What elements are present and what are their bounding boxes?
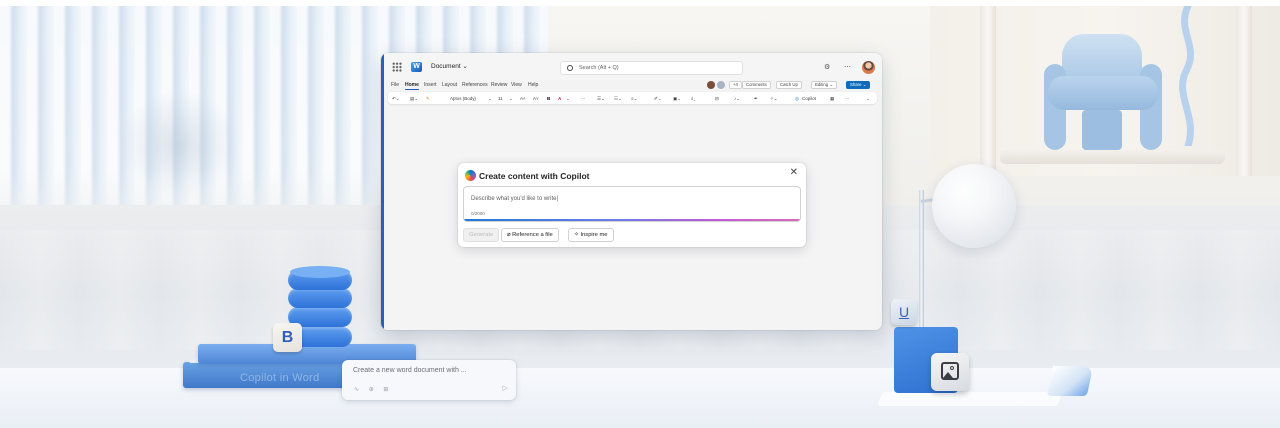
paper-sheet bbox=[877, 392, 1063, 406]
picture-icon[interactable]: ▣⌄ bbox=[673, 96, 681, 102]
editor-icon[interactable]: ✒ bbox=[754, 96, 758, 102]
bold-letter-cube: B bbox=[273, 323, 302, 352]
copilot-ribbon-button[interactable]: Copilot bbox=[802, 96, 816, 101]
tab-references[interactable]: References bbox=[462, 82, 488, 88]
chair-plinth bbox=[1000, 150, 1225, 164]
font-color-chevron-icon[interactable]: ⌄ bbox=[566, 96, 570, 102]
grow-font-icon[interactable]: A˄ bbox=[520, 96, 526, 101]
tab-home[interactable]: Home bbox=[405, 82, 419, 90]
stacked-ring-top bbox=[290, 266, 350, 278]
room-column bbox=[980, 6, 996, 176]
collaborator-avatar[interactable] bbox=[707, 81, 715, 89]
tab-insert[interactable]: Insert bbox=[424, 82, 437, 88]
align-icon[interactable]: ≡⌄ bbox=[631, 96, 637, 102]
bullets-icon[interactable]: ☰⌄ bbox=[597, 96, 605, 102]
close-icon[interactable]: ✕ bbox=[790, 168, 798, 178]
book-title: Copilot in Word bbox=[240, 372, 320, 384]
catch-up-button[interactable]: Catch Up bbox=[776, 81, 802, 89]
image-icon-cube bbox=[931, 353, 969, 391]
lamp-globe bbox=[932, 164, 1016, 248]
curled-paper bbox=[1046, 366, 1094, 396]
layout-options-icon[interactable]: ⊟ bbox=[715, 96, 719, 102]
ribbon-tabs: File Home Insert Layout References Revie… bbox=[384, 80, 882, 91]
shrink-font-icon[interactable]: A˅ bbox=[533, 96, 539, 101]
paste-icon[interactable]: ▤⌄ bbox=[410, 96, 418, 102]
send-icon: ▷ bbox=[502, 385, 508, 392]
copilot-dialog-title: Create content with Copilot bbox=[479, 171, 590, 181]
ribbon-more-icon[interactable]: ⋯ bbox=[845, 96, 850, 102]
stacked-ring bbox=[288, 288, 352, 308]
copilot-prompt-input[interactable]: Describe what you'd like to write| 0/200… bbox=[463, 186, 801, 222]
inspire-me-label: Inspire me bbox=[580, 232, 608, 238]
font-size-dropdown[interactable]: 11 bbox=[498, 96, 503, 101]
editing-mode-button[interactable]: Editing ⌄ bbox=[811, 81, 837, 89]
prompt-card-icons: ∿ ⊕ ⊞ bbox=[354, 387, 393, 393]
settings-icon[interactable]: ⚙ bbox=[824, 63, 830, 71]
numbering-icon[interactable]: ☷⌄ bbox=[614, 96, 622, 102]
undo-icon[interactable]: ↶⌄ bbox=[392, 96, 400, 102]
font-name-dropdown[interactable]: Aptos (Body) bbox=[450, 96, 476, 101]
document-title[interactable]: Document ⌄ bbox=[431, 62, 468, 70]
character-counter: 0/2000 bbox=[471, 211, 485, 216]
styles-icon[interactable]: ✐⌄ bbox=[654, 96, 662, 102]
designer-icon[interactable]: ✧⌄ bbox=[770, 96, 778, 102]
search-placeholder: Search (Alt + Q) bbox=[579, 65, 619, 71]
wave-sculpture bbox=[1179, 6, 1194, 146]
tab-file[interactable]: File bbox=[391, 82, 399, 88]
copilot-prompt-placeholder: Describe what you'd like to write| bbox=[471, 196, 559, 202]
prompt-card-text: Create a new word document with ... bbox=[353, 367, 467, 374]
generate-button[interactable]: Generate bbox=[463, 228, 500, 242]
share-button[interactable]: Share ⌄ bbox=[846, 81, 871, 89]
grid-icon[interactable]: ▦ bbox=[830, 96, 834, 102]
user-avatar[interactable] bbox=[862, 61, 875, 74]
more-font-options-icon[interactable]: ⋯ bbox=[581, 96, 586, 102]
font-name-chevron-icon[interactable]: ⌄ bbox=[488, 96, 492, 102]
collaborator-count[interactable]: +4 bbox=[729, 81, 742, 89]
tab-view[interactable]: View bbox=[511, 82, 522, 88]
word-title-bar: W Document ⌄ Search (Alt + Q) ⚙ ⋯ bbox=[384, 53, 882, 80]
inspire-me-button[interactable]: ✧ Inspire me bbox=[568, 228, 614, 242]
collaborator-avatar[interactable] bbox=[717, 81, 725, 89]
room-column bbox=[1236, 6, 1252, 176]
home-ribbon-toolbar: ↶⌄ ▤⌄ ✎ Aptos (Body) ⌄ 11 ⌄ A˄ A˅ B A ⌄ … bbox=[388, 92, 877, 104]
word-logo-icon: W bbox=[411, 62, 422, 72]
bold-button[interactable]: B bbox=[547, 96, 550, 101]
app-launcher-icon[interactable] bbox=[392, 62, 402, 72]
lamp-stem bbox=[919, 190, 924, 330]
underline-letter-cube: U bbox=[891, 299, 917, 325]
copilot-logo-icon bbox=[465, 170, 476, 181]
format-painter-icon[interactable]: ✎ bbox=[426, 96, 430, 102]
dictate-icon[interactable]: ♪⌄ bbox=[734, 96, 740, 102]
copilot-dialog: Create content with Copilot ✕ Describe w… bbox=[458, 163, 806, 247]
comments-button[interactable]: Comments bbox=[742, 81, 771, 89]
font-color-button[interactable]: A bbox=[558, 96, 561, 101]
find-icon[interactable]: ⌕⌄ bbox=[691, 96, 696, 101]
search-input[interactable]: Search (Alt + Q) bbox=[560, 61, 743, 75]
reference-file-label: Reference a file bbox=[512, 232, 553, 238]
tab-help[interactable]: Help bbox=[528, 82, 538, 88]
more-options-icon[interactable]: ⋯ bbox=[844, 63, 851, 71]
copilot-icon: ◎ bbox=[795, 95, 799, 101]
tab-review[interactable]: Review bbox=[491, 82, 507, 88]
search-icon bbox=[567, 65, 573, 71]
reference-file-button[interactable]: ⌀ Reference a file bbox=[501, 228, 559, 242]
font-size-chevron-icon[interactable]: ⌄ bbox=[509, 96, 513, 102]
armchair-illustration bbox=[1044, 34, 1162, 152]
ribbon-collapse-icon[interactable]: ⌄ bbox=[866, 96, 870, 102]
prompt-card: Create a new word document with ... ∿ ⊕ … bbox=[342, 360, 516, 400]
tab-layout[interactable]: Layout bbox=[442, 82, 457, 88]
